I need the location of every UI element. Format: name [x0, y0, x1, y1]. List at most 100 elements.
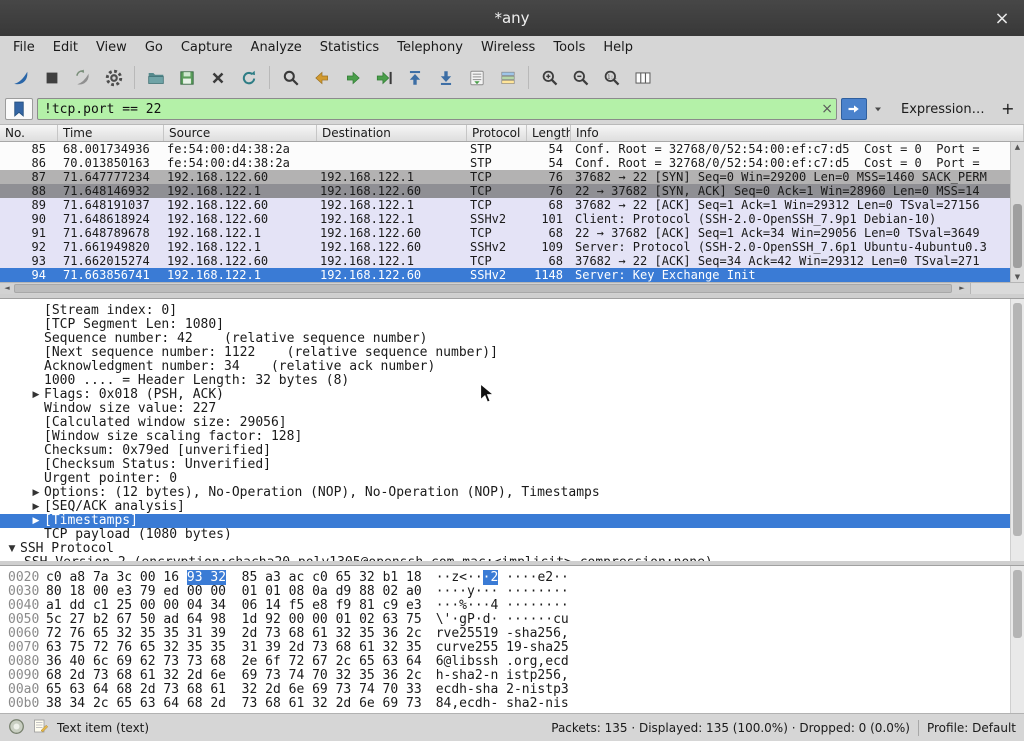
column-header-length[interactable]: Length — [527, 125, 571, 141]
detail-line[interactable]: Checksum: 0x79ed [unverified] — [0, 444, 1024, 458]
detail-line[interactable]: SSH Version 2 (encryption:chacha20-poly1… — [0, 556, 1024, 561]
menu-go[interactable]: Go — [136, 36, 172, 61]
packet-row[interactable]: 9271.661949820192.168.122.1192.168.122.6… — [0, 240, 1024, 254]
column-header-no[interactable]: No. — [0, 125, 58, 141]
scroll-right-icon[interactable]: ► — [956, 283, 968, 294]
hex-line[interactable]: 00b038 34 2c 65 63 64 68 2d 73 68 61 32 … — [0, 697, 1024, 711]
menu-statistics[interactable]: Statistics — [311, 36, 388, 61]
stop-capture-button[interactable] — [36, 64, 67, 91]
filter-clear-button[interactable]: × — [821, 100, 833, 118]
collapse-arrow-icon[interactable]: ▼ — [4, 542, 20, 556]
zoom-out-button[interactable] — [565, 64, 596, 91]
detail-line[interactable]: Sequence number: 42 (relative sequence n… — [0, 332, 1024, 346]
close-file-button[interactable] — [202, 64, 233, 91]
packet-row[interactable]: 8568.001734936fe:54:00:d4:38:2aSTP54Conf… — [0, 142, 1024, 156]
packet-row[interactable]: 9171.648789678192.168.122.1192.168.122.6… — [0, 226, 1024, 240]
expand-arrow-icon[interactable]: ▶ — [28, 514, 44, 528]
colorize-button[interactable] — [492, 64, 523, 91]
capture-comment-button[interactable] — [33, 718, 49, 737]
detail-line[interactable]: ▼SSH Protocol — [0, 542, 1024, 556]
detail-line[interactable]: ▶[SEQ/ACK analysis] — [0, 500, 1024, 514]
packet-row[interactable]: 8670.013850163fe:54:00:d4:38:2aSTP54Conf… — [0, 156, 1024, 170]
packet-row[interactable]: 9371.662015274192.168.122.60192.168.122.… — [0, 254, 1024, 268]
scrollbar-thumb[interactable] — [1013, 204, 1022, 268]
window-close-button[interactable]: × — [990, 6, 1014, 30]
scrollbar-thumb[interactable] — [14, 284, 952, 293]
detail-line[interactable]: Acknowledgment number: 34 (relative ack … — [0, 360, 1024, 374]
column-header-info[interactable]: Info — [571, 125, 1024, 141]
resize-columns-button[interactable] — [627, 64, 658, 91]
detail-line[interactable]: Urgent pointer: 0 — [0, 472, 1024, 486]
packet-row[interactable]: 8871.648146932192.168.122.1192.168.122.6… — [0, 184, 1024, 198]
filter-bookmark-button[interactable] — [5, 98, 33, 120]
detail-line[interactable]: [Calculated window size: 29056] — [0, 416, 1024, 430]
hex-line[interactable]: 007063 75 72 76 65 32 35 35 31 39 2d 73 … — [0, 641, 1024, 655]
hex-line[interactable]: 008036 40 6c 69 62 73 73 68 2e 6f 72 67 … — [0, 655, 1024, 669]
hex-line[interactable]: 003080 18 00 e3 79 ed 00 00 01 01 08 0a … — [0, 585, 1024, 599]
scrollbar-thumb[interactable] — [1013, 303, 1022, 536]
detail-line[interactable]: [Window size scaling factor: 128] — [0, 430, 1024, 444]
menu-help[interactable]: Help — [594, 36, 642, 61]
zoom-original-button[interactable]: 1:1 — [596, 64, 627, 91]
open-file-button[interactable] — [140, 64, 171, 91]
hex-line[interactable]: 006072 76 65 32 35 35 31 39 2d 73 68 61 … — [0, 627, 1024, 641]
capture-options-button[interactable] — [98, 64, 129, 91]
auto-scroll-button[interactable] — [461, 64, 492, 91]
detail-line[interactable]: ▶Flags: 0x018 (PSH, ACK) — [0, 388, 1024, 402]
menu-tools[interactable]: Tools — [544, 36, 594, 61]
column-header-time[interactable]: Time — [58, 125, 164, 141]
packet-list-vertical-scrollbar[interactable]: ▲ ▼ — [1010, 142, 1024, 282]
column-header-destination[interactable]: Destination — [317, 125, 467, 141]
add-filter-button[interactable]: + — [997, 98, 1019, 121]
expand-arrow-icon[interactable]: ▶ — [28, 500, 44, 514]
detail-line[interactable]: 1000 .... = Header Length: 32 bytes (8) — [0, 374, 1024, 388]
scrollbar-thumb[interactable] — [1013, 570, 1022, 638]
packet-list-horizontal-scrollbar[interactable]: ◄ ► — [0, 282, 1024, 294]
title-bar[interactable]: *any × — [0, 0, 1024, 36]
packet-row[interactable]: 8771.647777234192.168.122.60192.168.122.… — [0, 170, 1024, 184]
go-to-packet-button[interactable] — [368, 64, 399, 91]
menu-telephony[interactable]: Telephony — [388, 36, 472, 61]
hex-line[interactable]: 00a065 63 64 68 2d 73 68 61 32 2d 6e 69 … — [0, 683, 1024, 697]
menu-analyze[interactable]: Analyze — [242, 36, 311, 61]
details-vertical-scrollbar[interactable] — [1010, 299, 1024, 561]
scroll-left-icon[interactable]: ◄ — [1, 283, 13, 294]
expand-arrow-icon[interactable]: ▶ — [28, 388, 44, 402]
detail-line[interactable]: [Checksum Status: Unverified] — [0, 458, 1024, 472]
profile-button[interactable]: Profile: Default — [927, 721, 1016, 735]
hex-line[interactable]: 009068 2d 73 68 61 32 2d 6e 69 73 74 70 … — [0, 669, 1024, 683]
save-file-button[interactable] — [171, 64, 202, 91]
column-header-source[interactable]: Source — [164, 125, 317, 141]
expand-arrow-icon[interactable]: ▶ — [28, 486, 44, 500]
scroll-down-icon[interactable]: ▼ — [1011, 273, 1024, 281]
detail-line[interactable]: [Stream index: 0] — [0, 304, 1024, 318]
scroll-up-icon[interactable]: ▲ — [1011, 143, 1024, 151]
hex-line[interactable]: 00505c 27 b2 67 50 ad 64 98 1d 92 00 00 … — [0, 613, 1024, 627]
packet-row[interactable]: 9071.648618924192.168.122.60192.168.122.… — [0, 212, 1024, 226]
display-filter-input[interactable] — [37, 98, 837, 120]
menu-capture[interactable]: Capture — [172, 36, 242, 61]
expression-button[interactable]: Expression… — [893, 99, 993, 120]
packet-row[interactable]: 8971.648191037192.168.122.60192.168.122.… — [0, 198, 1024, 212]
go-forward-button[interactable] — [337, 64, 368, 91]
detail-line-selected[interactable]: ▶[Timestamps] — [0, 514, 1024, 528]
hex-vertical-scrollbar[interactable] — [1010, 566, 1024, 713]
filter-apply-button[interactable] — [841, 98, 867, 120]
zoom-in-button[interactable] — [534, 64, 565, 91]
detail-line[interactable]: Window size value: 227 — [0, 402, 1024, 416]
menu-wireless[interactable]: Wireless — [472, 36, 544, 61]
column-header-protocol[interactable]: Protocol — [467, 125, 527, 141]
restart-capture-button[interactable] — [67, 64, 98, 91]
packet-row-selected[interactable]: 9471.663856741192.168.122.1192.168.122.6… — [0, 268, 1024, 282]
go-to-first-button[interactable] — [399, 64, 430, 91]
menu-file[interactable]: File — [4, 36, 44, 61]
go-to-last-button[interactable] — [430, 64, 461, 91]
hex-line[interactable]: 0020c0 a8 7a 3c 00 16 93 32 85 a3 ac c0 … — [0, 571, 1024, 585]
detail-line[interactable]: TCP payload (1080 bytes) — [0, 528, 1024, 542]
hex-line[interactable]: 0040a1 dd c1 25 00 00 04 34 06 14 f5 e8 … — [0, 599, 1024, 613]
menu-edit[interactable]: Edit — [44, 36, 87, 61]
start-capture-button[interactable] — [5, 64, 36, 91]
detail-line[interactable]: [Next sequence number: 1122 (relative se… — [0, 346, 1024, 360]
expert-info-button[interactable] — [8, 718, 25, 738]
find-packet-button[interactable] — [275, 64, 306, 91]
